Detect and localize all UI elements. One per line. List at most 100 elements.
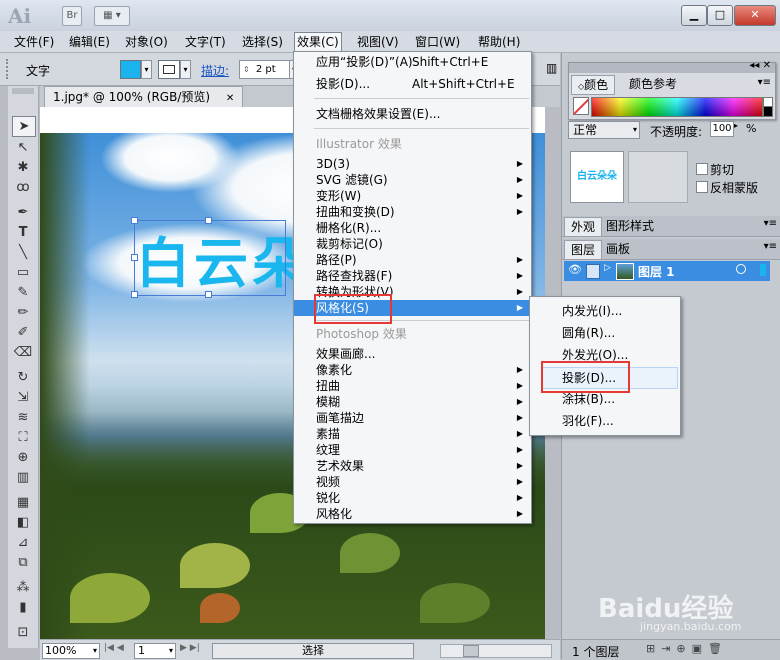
layer-row[interactable]: 👁 ▷ 图层 1	[564, 261, 770, 281]
black-swatch[interactable]	[763, 106, 773, 117]
tab-layers[interactable]: 图层	[564, 240, 603, 260]
effect-item-crop-marks[interactable]: 裁剪标记(O)	[294, 236, 531, 252]
none-color-swatch[interactable]	[573, 97, 589, 115]
effect-item-rasterize[interactable]: 栅格化(R)...	[294, 220, 531, 236]
stroke-dropdown-arrow[interactable]: ▾	[180, 60, 191, 79]
effect-item-distort-transform[interactable]: 扭曲和变换(D) ▶	[294, 204, 531, 220]
mask-thumbnail[interactable]	[628, 151, 688, 203]
tab-color-guide[interactable]: 颜色参考	[623, 75, 683, 93]
transparency-thumbnail[interactable]: 白云朵朵	[570, 151, 624, 203]
effect-item-artistic[interactable]: 艺术效果 ▶	[294, 458, 531, 474]
scale-tool-icon[interactable]: ⇲	[12, 388, 34, 407]
eraser-tool-icon[interactable]: ⌫	[12, 343, 34, 362]
scrollbar-thumb[interactable]	[463, 645, 479, 657]
tab-appearance[interactable]: 外观	[564, 217, 603, 237]
zoom-dropdown-icon[interactable]: ▾	[93, 644, 97, 658]
effect-item-gallery[interactable]: 效果画廊...	[294, 346, 531, 362]
maximize-button[interactable]: □	[707, 5, 733, 26]
menu-view[interactable]: 视图(V)	[355, 34, 401, 50]
effect-item-video[interactable]: 视频 ▶	[294, 474, 531, 490]
panel-menu-icon[interactable]: ▾≡	[764, 218, 777, 229]
panel-collapse-icon[interactable]: ◂◂ ✕	[749, 60, 771, 71]
effect-item-3d[interactable]: 3D(3) ▶	[294, 156, 531, 172]
stylize-round-corners-item[interactable]: 圆角(R)...	[530, 325, 680, 341]
effect-item-brush-strokes[interactable]: 画笔描边 ▶	[294, 410, 531, 426]
lock-toggle[interactable]	[586, 264, 600, 279]
menu-edit[interactable]: 编辑(E)	[67, 34, 112, 50]
warp-tool-icon[interactable]: ≋	[12, 408, 34, 427]
last-effect-item[interactable]: 投影(D)... Alt+Shift+Ctrl+E	[294, 76, 531, 92]
tab-graphic-styles[interactable]: 图形样式	[600, 217, 660, 235]
free-transform-tool-icon[interactable]: ⛶	[12, 428, 34, 447]
resize-handle[interactable]	[205, 291, 212, 298]
menu-object[interactable]: 对象(O)	[123, 34, 170, 50]
paintbrush-tool-icon[interactable]: ✎	[12, 283, 34, 302]
menu-select[interactable]: 选择(S)	[240, 34, 285, 50]
brushes-panel-icon[interactable]: ▥	[546, 61, 560, 77]
resize-handle[interactable]	[131, 254, 138, 261]
close-button[interactable]: ✕	[734, 5, 776, 26]
close-tab-icon[interactable]: ✕	[226, 93, 234, 104]
blob-brush-tool-icon[interactable]: ✐	[12, 323, 34, 342]
menu-effect[interactable]: 效果(C)	[294, 32, 342, 52]
effect-item-svg-filters[interactable]: SVG 滤镜(G) ▶	[294, 172, 531, 188]
menu-type[interactable]: 文字(T)	[183, 34, 228, 50]
perspective-grid-tool-icon[interactable]: ▥	[12, 468, 34, 487]
effect-item-path[interactable]: 路径(P) ▶	[294, 252, 531, 268]
shape-builder-tool-icon[interactable]: ⊕	[12, 448, 34, 467]
arrange-documents-button[interactable]: ▦ ▾	[94, 6, 130, 26]
apply-last-effect-item[interactable]: 应用“投影(D)”(A) Shift+Ctrl+E	[294, 54, 531, 70]
effect-item-ps-stylize[interactable]: 风格化 ▶	[294, 506, 531, 522]
tab-color[interactable]: ◇颜色	[571, 75, 616, 95]
tools-panel-grip[interactable]	[12, 88, 34, 94]
color-panel-titlebar[interactable]: ◂◂ ✕	[569, 60, 775, 73]
effect-item-pixelate[interactable]: 像素化 ▶	[294, 362, 531, 378]
column-graph-tool-icon[interactable]: ▮	[12, 598, 34, 617]
invert-mask-checkbox[interactable]	[696, 181, 708, 193]
type-tool-icon[interactable]: T	[12, 223, 34, 242]
selection-bounding-box[interactable]	[131, 217, 286, 298]
next-page-icon[interactable]: ▶ ▶|	[180, 643, 200, 653]
stroke-label[interactable]: 描边:	[201, 62, 229, 79]
direct-selection-tool-icon[interactable]: ↖	[12, 138, 34, 157]
blend-mode-dropdown-icon[interactable]: ▾	[633, 122, 637, 138]
raster-settings-item[interactable]: 文档栅格效果设置(E)...	[294, 106, 531, 122]
effect-item-distort[interactable]: 扭曲 ▶	[294, 378, 531, 394]
panel-menu-icon[interactable]: ▾≡	[764, 241, 777, 252]
stroke-weight-field[interactable]: ⇕ 2 pt	[239, 60, 291, 79]
fill-dropdown-arrow[interactable]: ▾	[141, 60, 152, 79]
status-mode-field[interactable]: 选择	[212, 643, 414, 659]
tab-artboards[interactable]: 画板	[600, 240, 636, 258]
page-dropdown-icon[interactable]: ▾	[169, 644, 173, 658]
line-tool-icon[interactable]: ╲	[12, 243, 34, 262]
menu-file[interactable]: 文件(F)	[12, 34, 56, 50]
opacity-dropdown-icon[interactable]: ▸	[734, 121, 738, 130]
expand-triangle-icon[interactable]: ▷	[604, 263, 611, 273]
visibility-eye-icon[interactable]: 👁	[568, 263, 582, 276]
horizontal-scrollbar[interactable]	[440, 644, 552, 658]
effect-item-texture[interactable]: 纹理 ▶	[294, 442, 531, 458]
gradient-tool-icon[interactable]: ◧	[12, 513, 34, 532]
stylize-inner-glow-item[interactable]: 内发光(I)...	[530, 303, 680, 319]
menu-window[interactable]: 窗口(W)	[413, 34, 462, 50]
resize-handle[interactable]	[205, 217, 212, 224]
rectangle-tool-icon[interactable]: ▭	[12, 263, 34, 282]
first-page-icon[interactable]: |◀ ◀	[104, 643, 124, 653]
effect-item-warp[interactable]: 变形(W) ▶	[294, 188, 531, 204]
pen-tool-icon[interactable]: ✒	[12, 203, 34, 222]
opacity-field[interactable]: 100	[710, 121, 734, 137]
lasso-tool-icon[interactable]: ꝏ	[12, 178, 34, 197]
artboard-tool-icon[interactable]: ⊡	[12, 623, 34, 642]
grip-handle[interactable]	[6, 59, 11, 79]
color-spectrum-bar[interactable]	[591, 97, 763, 117]
stroke-color-swatch[interactable]	[158, 60, 180, 79]
symbol-sprayer-tool-icon[interactable]: ⁂	[12, 578, 34, 597]
panel-menu-icon[interactable]: ▾≡	[758, 77, 771, 88]
fill-color-swatch[interactable]	[120, 60, 141, 79]
effect-item-pathfinder[interactable]: 路径查找器(F) ▶	[294, 268, 531, 284]
effect-item-sketch[interactable]: 素描 ▶	[294, 426, 531, 442]
minimize-button[interactable]: ▁	[681, 5, 707, 26]
eyedropper-tool-icon[interactable]: ⊿	[12, 533, 34, 552]
selection-tool-icon[interactable]: ➤	[12, 116, 36, 137]
zoom-field[interactable]: 100% ▾	[42, 643, 100, 659]
